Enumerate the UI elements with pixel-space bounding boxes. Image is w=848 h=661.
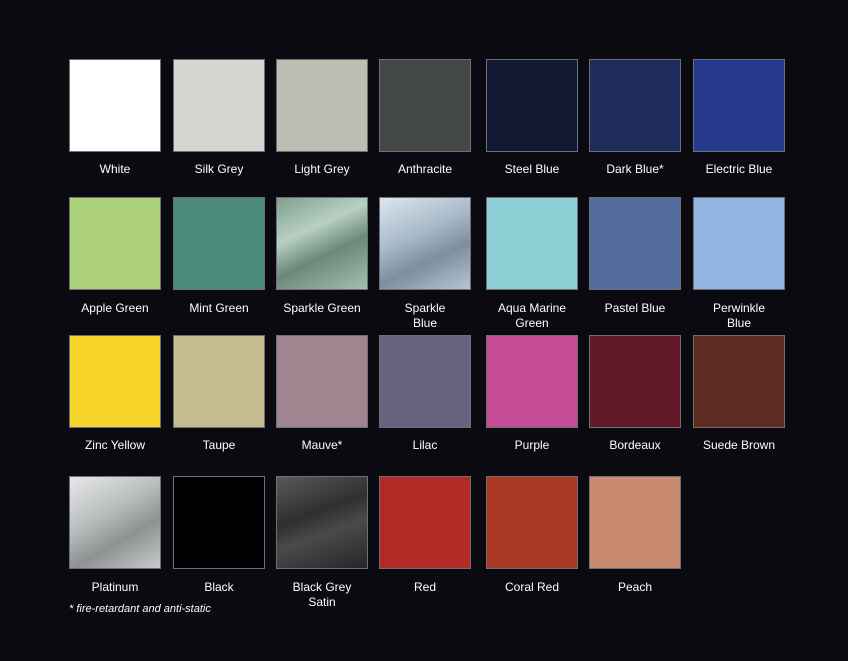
swatch-label-steel-blue: Steel Blue bbox=[504, 162, 560, 176]
swatch-label-lilac: Lilac bbox=[412, 438, 438, 452]
swatch-purple bbox=[486, 335, 578, 428]
swatch-label-peach: Peach bbox=[617, 580, 653, 594]
swatch-sparkle-blue bbox=[379, 197, 471, 290]
swatch-perwinkle-blue bbox=[693, 197, 785, 290]
swatch-black bbox=[173, 476, 265, 569]
swatch-label-anthracite: Anthracite bbox=[397, 162, 453, 176]
swatch-label-purple: Purple bbox=[514, 438, 550, 452]
footnote: * fire-retardant and anti-static bbox=[69, 603, 211, 615]
swatch-label-silk-grey: Silk Grey bbox=[194, 162, 244, 176]
swatch-label-aqua-marine-green: Aqua Marine Green bbox=[497, 301, 567, 330]
swatch-zinc-yellow bbox=[69, 335, 161, 428]
swatch-label-dark-blue: Dark Blue* bbox=[606, 162, 664, 176]
swatch-coral-red bbox=[486, 476, 578, 569]
swatch-label-platinum: Platinum bbox=[91, 580, 139, 594]
swatch-label-coral-red: Coral Red bbox=[504, 580, 560, 594]
swatch-anthracite bbox=[379, 59, 471, 152]
swatch-label-electric-blue: Electric Blue bbox=[705, 162, 773, 176]
swatch-label-perwinkle-blue: Perwinkle Blue bbox=[712, 301, 766, 330]
color-palette: White Silk Grey Light Grey Anthracite Steel … bbox=[0, 0, 848, 661]
swatch-steel-blue bbox=[486, 59, 578, 152]
swatch-red bbox=[379, 476, 471, 569]
swatch-label-taupe: Taupe bbox=[202, 438, 236, 452]
swatch-peach bbox=[589, 476, 681, 569]
swatch-taupe bbox=[173, 335, 265, 428]
swatch-lilac bbox=[379, 335, 471, 428]
swatch-mint-green bbox=[173, 197, 265, 290]
swatch-label-suede-brown: Suede Brown bbox=[702, 438, 776, 452]
swatch-sparkle-green bbox=[276, 197, 368, 290]
swatch-electric-blue bbox=[693, 59, 785, 152]
swatch-white bbox=[69, 59, 161, 152]
swatch-label-sparkle-green: Sparkle Green bbox=[283, 301, 361, 315]
swatch-bordeaux bbox=[589, 335, 681, 428]
swatch-apple-green bbox=[69, 197, 161, 290]
swatch-label-pastel-blue: Pastel Blue bbox=[604, 301, 666, 315]
swatch-mauve bbox=[276, 335, 368, 428]
swatch-light-grey bbox=[276, 59, 368, 152]
swatch-label-mauve: Mauve* bbox=[301, 438, 343, 452]
swatch-dark-blue bbox=[589, 59, 681, 152]
swatch-pastel-blue bbox=[589, 197, 681, 290]
swatch-label-light-grey: Light Grey bbox=[294, 162, 350, 176]
swatch-label-black: Black bbox=[204, 580, 234, 594]
swatch-platinum bbox=[69, 476, 161, 569]
swatch-label-mint-green: Mint Green bbox=[189, 301, 249, 315]
swatch-label-white: White bbox=[99, 162, 131, 176]
swatch-label-sparkle-blue: Sparkle Blue bbox=[404, 301, 446, 330]
swatch-black-grey-satin bbox=[276, 476, 368, 569]
swatch-aqua-marine-green bbox=[486, 197, 578, 290]
swatch-label-bordeaux: Bordeaux bbox=[609, 438, 661, 452]
swatch-label-zinc-yellow: Zinc Yellow bbox=[84, 438, 146, 452]
swatch-label-apple-green: Apple Green bbox=[81, 301, 149, 315]
swatch-silk-grey bbox=[173, 59, 265, 152]
swatch-suede-brown bbox=[693, 335, 785, 428]
swatch-label-black-grey-satin: Black Grey Satin bbox=[292, 580, 352, 609]
swatch-label-red: Red bbox=[413, 580, 436, 594]
